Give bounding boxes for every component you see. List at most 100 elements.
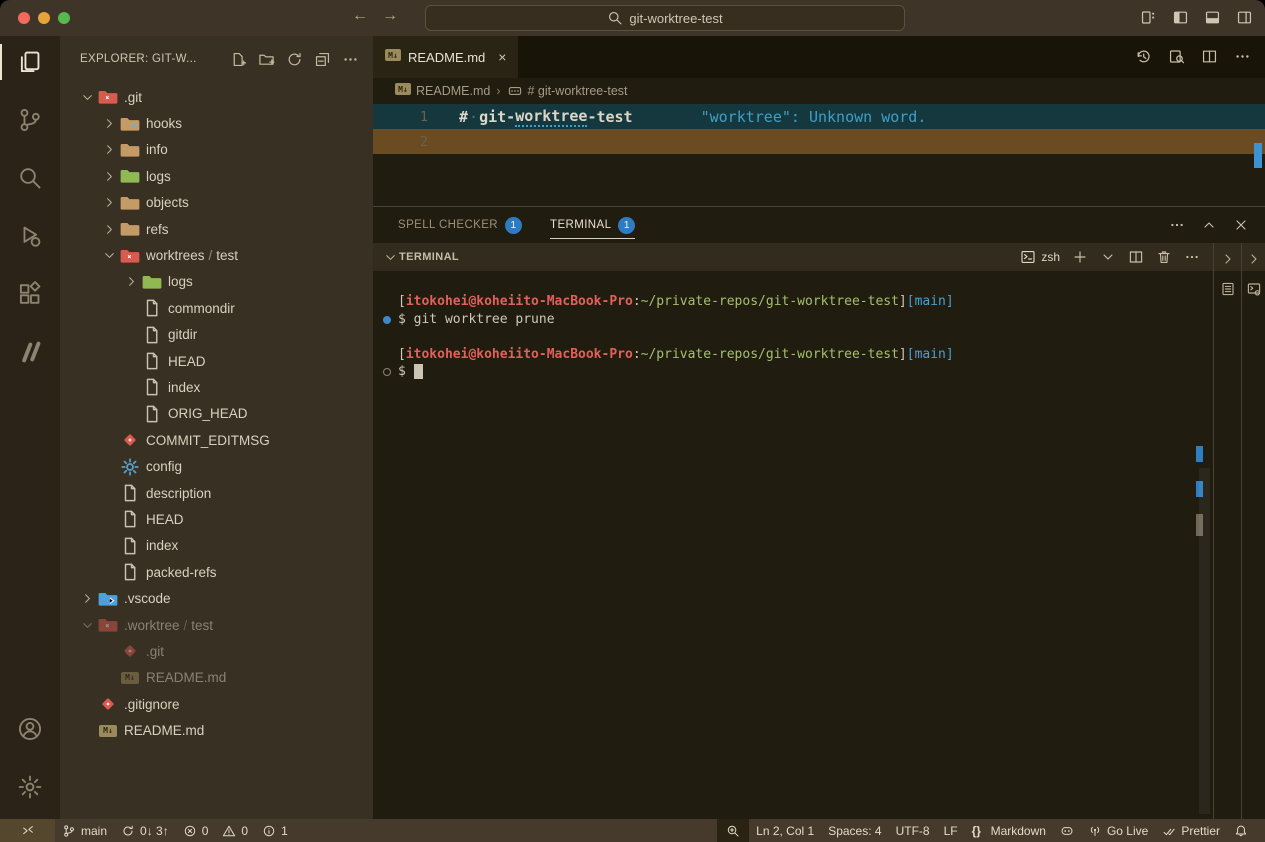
panel-more-icon[interactable] xyxy=(1169,217,1185,233)
status-problems-errors[interactable]: 0 xyxy=(176,819,216,842)
panel-tab-spell-checker[interactable]: SPELL CHECKER1 xyxy=(398,207,522,243)
tree-item-logs[interactable]: logs xyxy=(60,163,373,189)
status-zoom-indicator[interactable] xyxy=(717,819,749,842)
chevron-right-icon[interactable] xyxy=(98,222,120,237)
status-indentation[interactable]: Spaces: 4 xyxy=(821,819,888,842)
activitybar-explorer[interactable] xyxy=(0,36,60,88)
collapsed-view-2[interactable] xyxy=(1241,243,1265,819)
chevron-right-icon[interactable] xyxy=(76,591,98,606)
breadcrumb-item[interactable]: M↓README.md xyxy=(395,83,490,99)
status-go-live[interactable]: Go Live xyxy=(1081,819,1155,842)
activitybar-extension-slashes[interactable] xyxy=(0,326,60,378)
preview-icon[interactable] xyxy=(1168,48,1185,65)
back-button[interactable]: ← xyxy=(352,7,368,25)
chevron-down-icon[interactable] xyxy=(98,248,120,263)
tree-item-worktrees[interactable]: worktrees/test xyxy=(60,242,373,268)
chevron-down-icon[interactable] xyxy=(383,250,398,265)
tree-item-HEAD[interactable]: HEAD xyxy=(60,506,373,532)
chevron-right-icon[interactable] xyxy=(98,116,120,131)
new-file-icon[interactable] xyxy=(230,51,247,68)
ellipsis-icon[interactable] xyxy=(1184,249,1200,265)
status-sync-status[interactable]: 0↓ 3↑ xyxy=(114,819,176,842)
chevron-right-icon[interactable] xyxy=(98,195,120,210)
activitybar-run-debug[interactable] xyxy=(0,210,60,262)
minimize-window-button[interactable] xyxy=(38,12,50,24)
tree-item-README.md[interactable]: M↓README.md xyxy=(60,665,373,691)
shell-selector[interactable]: zsh xyxy=(1020,249,1060,265)
tree-item-.vscode[interactable]: .vscode xyxy=(60,585,373,611)
status-eol[interactable]: LF xyxy=(937,819,965,842)
code-editor[interactable]: 1 #·git-worktree-test "worktree": Unknow… xyxy=(373,104,1265,206)
tree-item-packed-refs[interactable]: packed-refs xyxy=(60,559,373,585)
close-window-button[interactable] xyxy=(18,12,30,24)
tree-item-hooks[interactable]: hooks xyxy=(60,110,373,136)
tree-item-logs[interactable]: logs xyxy=(60,269,373,295)
split-icon[interactable] xyxy=(1201,48,1218,65)
status-encoding[interactable]: UTF-8 xyxy=(889,819,937,842)
expand-view-icon[interactable] xyxy=(1246,251,1262,267)
tree-item-info[interactable]: info xyxy=(60,137,373,163)
split-terminal-icon[interactable] xyxy=(1128,249,1144,265)
chev-down-icon[interactable] xyxy=(1100,249,1116,265)
status-notifications[interactable] xyxy=(1227,819,1255,842)
toggle-panel-icon[interactable] xyxy=(1204,9,1221,26)
history-icon[interactable] xyxy=(1135,48,1152,65)
command-center-search[interactable]: git-worktree-test xyxy=(425,5,905,31)
refresh-icon[interactable] xyxy=(286,51,303,68)
chevron-right-icon[interactable] xyxy=(98,169,120,184)
status-problems-info[interactable]: 1 xyxy=(255,819,295,842)
panel-tab-terminal[interactable]: TERMINAL1 xyxy=(550,207,635,243)
tree-item-HEAD[interactable]: HEAD xyxy=(60,348,373,374)
tab-readme[interactable]: M↓ README.md × xyxy=(373,36,518,78)
collapse-all-icon[interactable] xyxy=(314,51,331,68)
tree-item-ORIG_HEAD[interactable]: ORIG_HEAD xyxy=(60,401,373,427)
tree-item-README.md[interactable]: M↓README.md xyxy=(60,717,373,743)
close-panel-icon[interactable] xyxy=(1233,217,1249,233)
maximize-panel-icon[interactable] xyxy=(1201,217,1217,233)
chevron-right-icon[interactable] xyxy=(120,274,142,289)
tree-item-.git[interactable]: .git xyxy=(60,638,373,664)
status-remote-indicator[interactable] xyxy=(0,819,55,842)
activitybar-extensions[interactable] xyxy=(0,268,60,320)
activitybar-source-control[interactable] xyxy=(0,94,60,146)
zoom-window-button[interactable] xyxy=(58,12,70,24)
tree-item-.worktree[interactable]: .worktree/test xyxy=(60,612,373,638)
terminal[interactable]: [itokohei@koheiito-MacBook-Pro:~/private… xyxy=(373,271,1265,381)
tree-item-.gitignore[interactable]: .gitignore xyxy=(60,691,373,717)
toggle-sidebar-left-icon[interactable] xyxy=(1172,9,1189,26)
toggle-sidebar-right-icon[interactable] xyxy=(1236,9,1253,26)
status-language-mode[interactable]: {}Markdown xyxy=(965,819,1053,842)
new-terminal-icon[interactable] xyxy=(1072,249,1088,265)
tree-item-description[interactable]: description xyxy=(60,480,373,506)
command-decoration[interactable] xyxy=(383,368,391,376)
status-cursor-position[interactable]: Ln 2, Col 1 xyxy=(749,819,821,842)
tree-item-COMMIT_EDITMSG[interactable]: COMMIT_EDITMSG xyxy=(60,427,373,453)
tree-item-config[interactable]: config xyxy=(60,453,373,479)
tree-item-gitdir[interactable]: gitdir xyxy=(60,322,373,348)
status-copilot[interactable] xyxy=(1053,819,1081,842)
tree-item-refs[interactable]: refs xyxy=(60,216,373,242)
command-decoration[interactable] xyxy=(383,316,391,324)
status-prettier[interactable]: Prettier xyxy=(1155,819,1227,842)
status-problems-warnings[interactable]: 0 xyxy=(215,819,255,842)
expand-view-icon[interactable] xyxy=(1220,251,1236,267)
chevron-right-icon[interactable] xyxy=(98,142,120,157)
forward-button[interactable]: → xyxy=(382,7,398,25)
new-folder-icon[interactable] xyxy=(258,51,275,68)
close-tab-icon[interactable]: × xyxy=(498,49,506,65)
activitybar-accounts[interactable] xyxy=(0,703,60,755)
kill-terminal-icon[interactable] xyxy=(1156,249,1172,265)
status-branch-status[interactable]: main xyxy=(55,819,114,842)
tree-item-index[interactable]: index xyxy=(60,533,373,559)
collapsed-view-1[interactable] xyxy=(1213,243,1241,819)
activitybar-search[interactable] xyxy=(0,152,60,204)
tree-item-commondir[interactable]: commondir xyxy=(60,295,373,321)
tree-item-objects[interactable]: objects xyxy=(60,190,373,216)
activitybar-settings[interactable] xyxy=(0,761,60,813)
ellipsis-icon[interactable] xyxy=(342,51,359,68)
tree-item-index[interactable]: index xyxy=(60,374,373,400)
breadcrumb-item[interactable]: # git-worktree-test xyxy=(507,83,628,99)
terminal-scrollbar[interactable] xyxy=(1199,468,1210,814)
chevron-down-icon[interactable] xyxy=(76,618,98,633)
customize-layout-icon[interactable] xyxy=(1140,9,1157,26)
